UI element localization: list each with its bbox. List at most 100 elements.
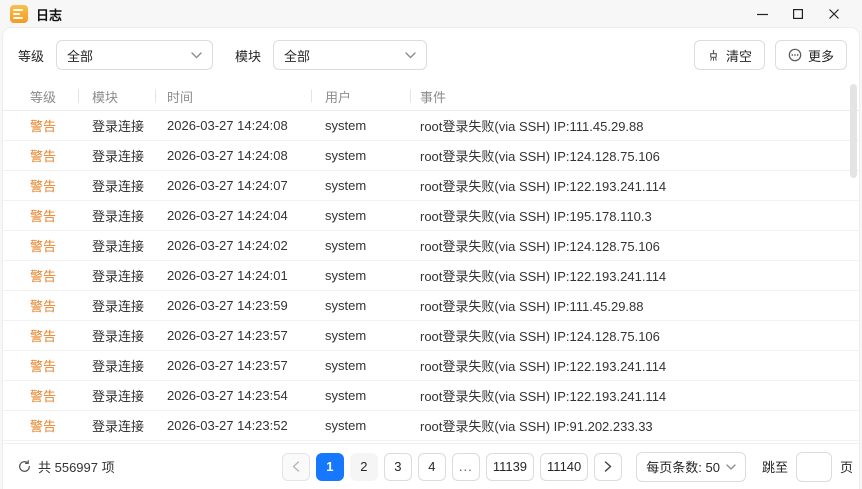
cell-event: root登录失败(via SSH) IP:122.193.241.114 (420, 269, 667, 284)
more-button[interactable]: 更多 (774, 40, 847, 70)
cell-event: root登录失败(via SSH) IP:124.128.75.106 (420, 329, 660, 344)
cell-module: 登录连接 (92, 329, 145, 344)
jump-to-page: 跳至 页 (761, 451, 853, 482)
minimize-icon (756, 13, 768, 15)
close-button[interactable] (816, 2, 852, 26)
titlebar: 日志 (0, 0, 862, 28)
cell-event: root登录失败(via SSH) IP:122.193.241.114 (420, 389, 667, 404)
cell-event: root登录失败(via SSH) IP:122.193.241.114 (420, 359, 667, 374)
broom-clear-icon (707, 49, 720, 62)
table-row[interactable]: 警告 登录连接 2026-03-27 14:23:54 system root登… (3, 381, 859, 411)
module-filter-select[interactable]: 全部 (273, 40, 428, 70)
maximize-icon (793, 9, 803, 19)
cell-time: 2026-03-27 14:24:08 (167, 118, 288, 133)
cell-level: 警告 (30, 239, 57, 254)
cell-time: 2026-03-27 14:24:07 (167, 178, 288, 193)
cell-event: root登录失败(via SSH) IP:195.178.110.3 (420, 209, 652, 224)
content-card: 等级 全部 模块 全部 清空 更多 等级 模块 时间 用户 事件 警告 登录连接… (3, 28, 859, 489)
window-controls (744, 2, 852, 26)
page-size-select[interactable]: 每页条数: 50 (636, 451, 746, 482)
table-row[interactable]: 警告 登录连接 2026-03-27 14:24:08 system root登… (3, 141, 859, 171)
cell-user: system (325, 208, 367, 223)
cell-user: system (325, 358, 367, 373)
cell-user: system (325, 268, 367, 283)
table-header-row: 等级 模块 时间 用户 事件 (3, 82, 859, 111)
table-row[interactable]: 警告 登录连接 2026-03-27 14:24:07 system root登… (3, 171, 859, 201)
table-row[interactable]: 警告 登录连接 2026-03-27 14:23:57 system root登… (3, 351, 859, 381)
filter-bar: 等级 全部 模块 全部 清空 更多 (3, 28, 859, 82)
table-row[interactable]: 警告 登录连接 2026-03-27 14:23:52 system root登… (3, 411, 859, 441)
cell-module: 登录连接 (92, 209, 145, 224)
page-button-11140[interactable]: 11140 (540, 452, 589, 481)
cell-event: root登录失败(via SSH) IP:122.193.241.114 (420, 179, 667, 194)
cell-time: 2026-03-27 14:24:02 (167, 238, 288, 253)
level-filter-select[interactable]: 全部 (56, 40, 214, 70)
cell-module: 登录连接 (92, 389, 145, 404)
minimize-button[interactable] (744, 2, 780, 26)
total-count-text: 共 556997 项 (38, 460, 115, 475)
cell-module: 登录连接 (92, 269, 145, 284)
cell-time: 2026-03-27 14:23:57 (167, 358, 288, 373)
prev-page-button[interactable] (281, 452, 310, 481)
cell-module: 登录连接 (92, 179, 145, 194)
table-scrollbar[interactable] (850, 84, 857, 178)
cell-user: system (325, 388, 367, 403)
cell-module: 登录连接 (92, 239, 145, 254)
cell-level: 警告 (30, 299, 57, 314)
jump-page-input[interactable] (795, 451, 832, 482)
cell-module: 登录连接 (92, 119, 145, 134)
footer-bar: 共 556997 项 1 2 3 4 ... 11139 11140 每页条数:… (3, 443, 859, 489)
page-button-4[interactable]: 4 (417, 452, 446, 481)
table-row[interactable]: 警告 登录连接 2026-03-27 14:24:01 system root登… (3, 261, 859, 291)
refresh-icon[interactable] (18, 460, 31, 473)
cell-event: root登录失败(via SSH) IP:111.45.29.88 (420, 299, 644, 314)
cell-time: 2026-03-27 14:23:52 (167, 418, 288, 433)
maximize-button[interactable] (780, 2, 816, 26)
chevron-right-icon (605, 461, 612, 472)
cell-module: 登录连接 (92, 419, 145, 434)
cell-level: 警告 (30, 359, 57, 374)
table-row[interactable]: 警告 登录连接 2026-03-27 14:24:08 system root登… (3, 111, 859, 141)
header-module: 模块 (78, 87, 155, 106)
cell-level: 警告 (30, 179, 57, 194)
total-count: 共 556997 项 (18, 457, 115, 476)
jump-prefix-label: 跳至 (761, 460, 788, 475)
page-button-11139[interactable]: 11139 (485, 452, 535, 481)
level-filter-value: 全部 (67, 48, 94, 64)
table-row[interactable]: 警告 登录连接 2026-03-27 14:23:57 system root登… (3, 321, 859, 351)
header-level: 等级 (30, 89, 57, 105)
cell-event: root登录失败(via SSH) IP:91.202.233.33 (420, 419, 653, 434)
page-button-1[interactable]: 1 (315, 452, 344, 481)
cell-level: 警告 (30, 209, 57, 224)
table-row[interactable]: 警告 登录连接 2026-03-27 14:24:04 system root登… (3, 201, 859, 231)
clear-logs-button[interactable]: 清空 (693, 40, 765, 70)
cell-event: root登录失败(via SSH) IP:124.128.75.106 (420, 239, 660, 254)
level-filter-label: 等级 (18, 48, 45, 64)
cell-time: 2026-03-27 14:23:54 (167, 388, 288, 403)
table-row[interactable]: 警告 登录连接 2026-03-27 14:24:02 system root登… (3, 231, 859, 261)
cell-module: 登录连接 (92, 299, 145, 314)
jump-suffix-label: 页 (839, 460, 853, 475)
chevron-down-icon (405, 51, 416, 59)
page-ellipsis-button[interactable]: ... (451, 452, 480, 481)
app-log-icon (10, 5, 28, 23)
cell-level: 警告 (30, 149, 57, 164)
module-filter-label: 模块 (235, 48, 262, 64)
cell-module: 登录连接 (92, 359, 145, 374)
table-row[interactable]: 警告 登录连接 2026-03-27 14:23:59 system root登… (3, 291, 859, 321)
cell-time: 2026-03-27 14:23:57 (167, 328, 288, 343)
page-button-3[interactable]: 3 (383, 452, 412, 481)
chevron-down-icon (726, 463, 736, 470)
next-page-button[interactable] (594, 452, 623, 481)
header-user: 用户 (311, 87, 410, 106)
header-time: 时间 (155, 87, 311, 106)
window-title: 日志 (36, 7, 63, 23)
cell-event: root登录失败(via SSH) IP:111.45.29.88 (420, 119, 644, 134)
header-event: 事件 (410, 87, 859, 106)
cell-user: system (325, 418, 367, 433)
cell-time: 2026-03-27 14:24:01 (167, 268, 288, 283)
cell-user: system (325, 118, 367, 133)
log-table: 等级 模块 时间 用户 事件 警告 登录连接 2026-03-27 14:24:… (3, 82, 859, 443)
page-button-2[interactable]: 2 (349, 452, 378, 481)
cell-user: system (325, 148, 367, 163)
